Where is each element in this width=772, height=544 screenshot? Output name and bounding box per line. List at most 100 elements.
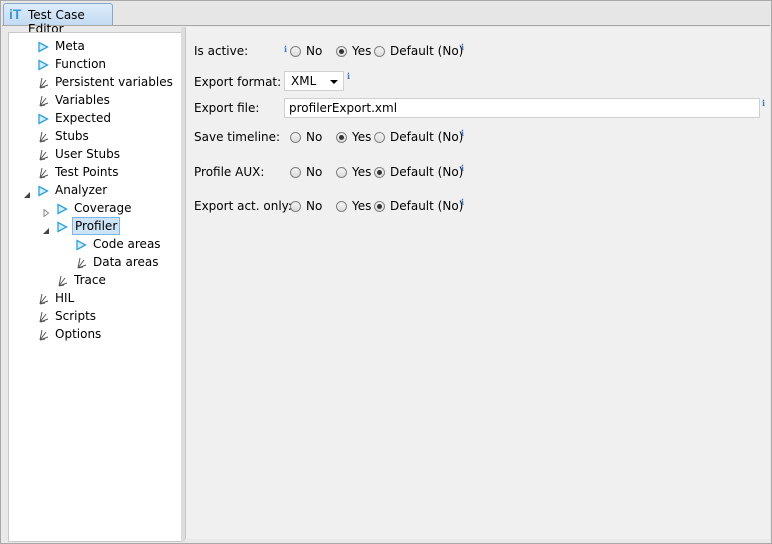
profile-aux-radio-no[interactable] bbox=[290, 167, 301, 178]
export-format-label: Export format: bbox=[194, 75, 282, 89]
tree-item-label: Variables bbox=[55, 93, 110, 107]
triangle-icon bbox=[56, 220, 68, 233]
triangle-icon bbox=[75, 238, 87, 251]
is-active-radio-no[interactable] bbox=[290, 46, 301, 57]
tree-item-label: Trace bbox=[74, 273, 106, 287]
tree-item-label: Stubs bbox=[55, 129, 89, 143]
fork-icon bbox=[37, 148, 49, 161]
triangle-icon bbox=[37, 40, 49, 53]
export-act-only-info-icon[interactable]: i bbox=[461, 197, 464, 207]
tree-item-label: Test Points bbox=[55, 165, 119, 179]
tab-test-case-editor[interactable]: iT Test Case Editor bbox=[3, 3, 113, 36]
fork-icon bbox=[37, 130, 49, 143]
tree-item-label: Data areas bbox=[93, 255, 159, 269]
is-active-label: Is active: bbox=[194, 44, 249, 58]
fork-icon bbox=[37, 328, 49, 341]
triangle-icon bbox=[37, 184, 49, 197]
profile-aux-option-label[interactable]: Default (No) bbox=[390, 165, 463, 179]
editor-window: iT Test Case Editor Meta Function Persiste… bbox=[0, 0, 772, 544]
export-act-only-radio-yes[interactable] bbox=[336, 201, 347, 212]
save-timeline-option-label[interactable]: No bbox=[306, 130, 322, 144]
tree-item-label: Coverage bbox=[74, 201, 132, 215]
fork-icon bbox=[56, 274, 68, 287]
is-active-option-label[interactable]: Default (No) bbox=[390, 44, 463, 58]
section-tree: Meta Function Persistent variables Variable… bbox=[11, 35, 178, 539]
tree-item-hil[interactable]: HIL bbox=[11, 289, 176, 307]
tree-item-profiler[interactable]: Profiler bbox=[11, 217, 176, 235]
triangle-icon bbox=[37, 112, 49, 125]
is-active-option-label[interactable]: No bbox=[306, 44, 322, 58]
is-active-radio-group: No Yes Default (No) bbox=[290, 44, 480, 60]
tree-item-label: Scripts bbox=[55, 309, 97, 323]
tab-strip: iT Test Case Editor bbox=[2, 2, 770, 36]
tree-item-coverage[interactable]: Coverage bbox=[11, 199, 176, 218]
is-active-hint-left-icon[interactable]: i bbox=[284, 44, 287, 54]
profile-aux-radio-group: No Yes Default (No) bbox=[290, 165, 480, 181]
chevron-down-icon bbox=[330, 80, 338, 84]
tree-item-label: Code areas bbox=[93, 237, 161, 251]
profile-aux-info-icon[interactable]: i bbox=[461, 163, 464, 173]
fork-icon bbox=[75, 256, 87, 269]
export-act-only-radio-default-no[interactable] bbox=[374, 201, 385, 212]
export-act-only-option-label[interactable]: Default (No) bbox=[390, 199, 463, 213]
save-timeline-option-label[interactable]: Default (No) bbox=[390, 130, 463, 144]
export-act-only-radio-group: No Yes Default (No) bbox=[290, 199, 480, 215]
is-active-info-icon[interactable]: i bbox=[461, 42, 464, 52]
tree-item-scripts[interactable]: Scripts bbox=[11, 307, 176, 325]
tree-item-label: Function bbox=[55, 57, 107, 71]
tree-item-code-areas[interactable]: Code areas bbox=[11, 235, 176, 253]
tree-item-label: Persistent variables bbox=[55, 75, 173, 89]
export-file-info-icon[interactable]: i bbox=[762, 98, 765, 108]
section-tree-panel: Meta Function Persistent variables Variable… bbox=[8, 32, 182, 542]
tree-item-data-areas[interactable]: Data areas bbox=[11, 253, 176, 271]
export-format-dropdown[interactable]: XML bbox=[284, 71, 344, 91]
export-file-input[interactable] bbox=[284, 98, 760, 118]
triangle-icon bbox=[37, 58, 49, 71]
is-active-radio-default-no[interactable] bbox=[374, 46, 385, 57]
is-active-option-label[interactable]: Yes bbox=[352, 44, 371, 58]
tree-item-label: Options bbox=[55, 327, 102, 341]
tree-item-function[interactable]: Function bbox=[11, 55, 176, 73]
fork-icon bbox=[37, 166, 49, 179]
save-timeline-info-icon[interactable]: i bbox=[461, 128, 464, 138]
fork-icon bbox=[37, 76, 49, 89]
tree-item-variables[interactable]: Variables bbox=[11, 91, 176, 109]
app-logo-icon: iT bbox=[9, 6, 22, 22]
tree-item-user-stubs[interactable]: User Stubs bbox=[11, 145, 176, 163]
profile-aux-option-label[interactable]: Yes bbox=[352, 165, 371, 179]
tree-item-label: Profiler bbox=[72, 217, 121, 235]
save-timeline-radio-default-no[interactable] bbox=[374, 132, 385, 143]
export-format-info-icon[interactable]: i bbox=[347, 71, 350, 81]
tree-item-stubs[interactable]: Stubs bbox=[11, 127, 176, 145]
export-act-only-radio-no[interactable] bbox=[290, 201, 301, 212]
tree-item-meta[interactable]: Meta bbox=[11, 37, 176, 55]
fork-icon bbox=[37, 292, 49, 305]
tree-item-options[interactable]: Options bbox=[11, 325, 176, 343]
tree-item-analyzer[interactable]: Analyzer bbox=[11, 181, 176, 199]
profile-aux-option-label[interactable]: No bbox=[306, 165, 322, 179]
profile-aux-label: Profile AUX: bbox=[194, 165, 265, 179]
tree-item-trace[interactable]: Trace bbox=[11, 271, 176, 289]
save-timeline-radio-no[interactable] bbox=[290, 132, 301, 143]
export-act-only-label: Export act. only: bbox=[194, 199, 292, 213]
tree-item-label: HIL bbox=[55, 291, 75, 305]
export-act-only-option-label[interactable]: No bbox=[306, 199, 322, 213]
tree-item-expected[interactable]: Expected bbox=[11, 109, 176, 127]
export-act-only-option-label[interactable]: Yes bbox=[352, 199, 371, 213]
save-timeline-option-label[interactable]: Yes bbox=[352, 130, 371, 144]
tree-item-label: Meta bbox=[55, 39, 85, 53]
export-format-value: XML bbox=[291, 74, 317, 88]
profile-aux-radio-yes[interactable] bbox=[336, 167, 347, 178]
tree-item-test-points[interactable]: Test Points bbox=[11, 163, 176, 181]
save-timeline-radio-yes[interactable] bbox=[336, 132, 347, 143]
profile-aux-radio-default-no[interactable] bbox=[374, 167, 385, 178]
tree-item-label: Expected bbox=[55, 111, 111, 125]
is-active-radio-yes[interactable] bbox=[336, 46, 347, 57]
triangle-icon bbox=[56, 202, 68, 215]
tree-item-persistent-variables[interactable]: Persistent variables bbox=[11, 73, 176, 91]
export-file-label: Export file: bbox=[194, 101, 260, 115]
tree-item-label: User Stubs bbox=[55, 147, 120, 161]
save-timeline-radio-group: No Yes Default (No) bbox=[290, 130, 480, 146]
fork-icon bbox=[37, 94, 49, 107]
save-timeline-label: Save timeline: bbox=[194, 130, 281, 144]
